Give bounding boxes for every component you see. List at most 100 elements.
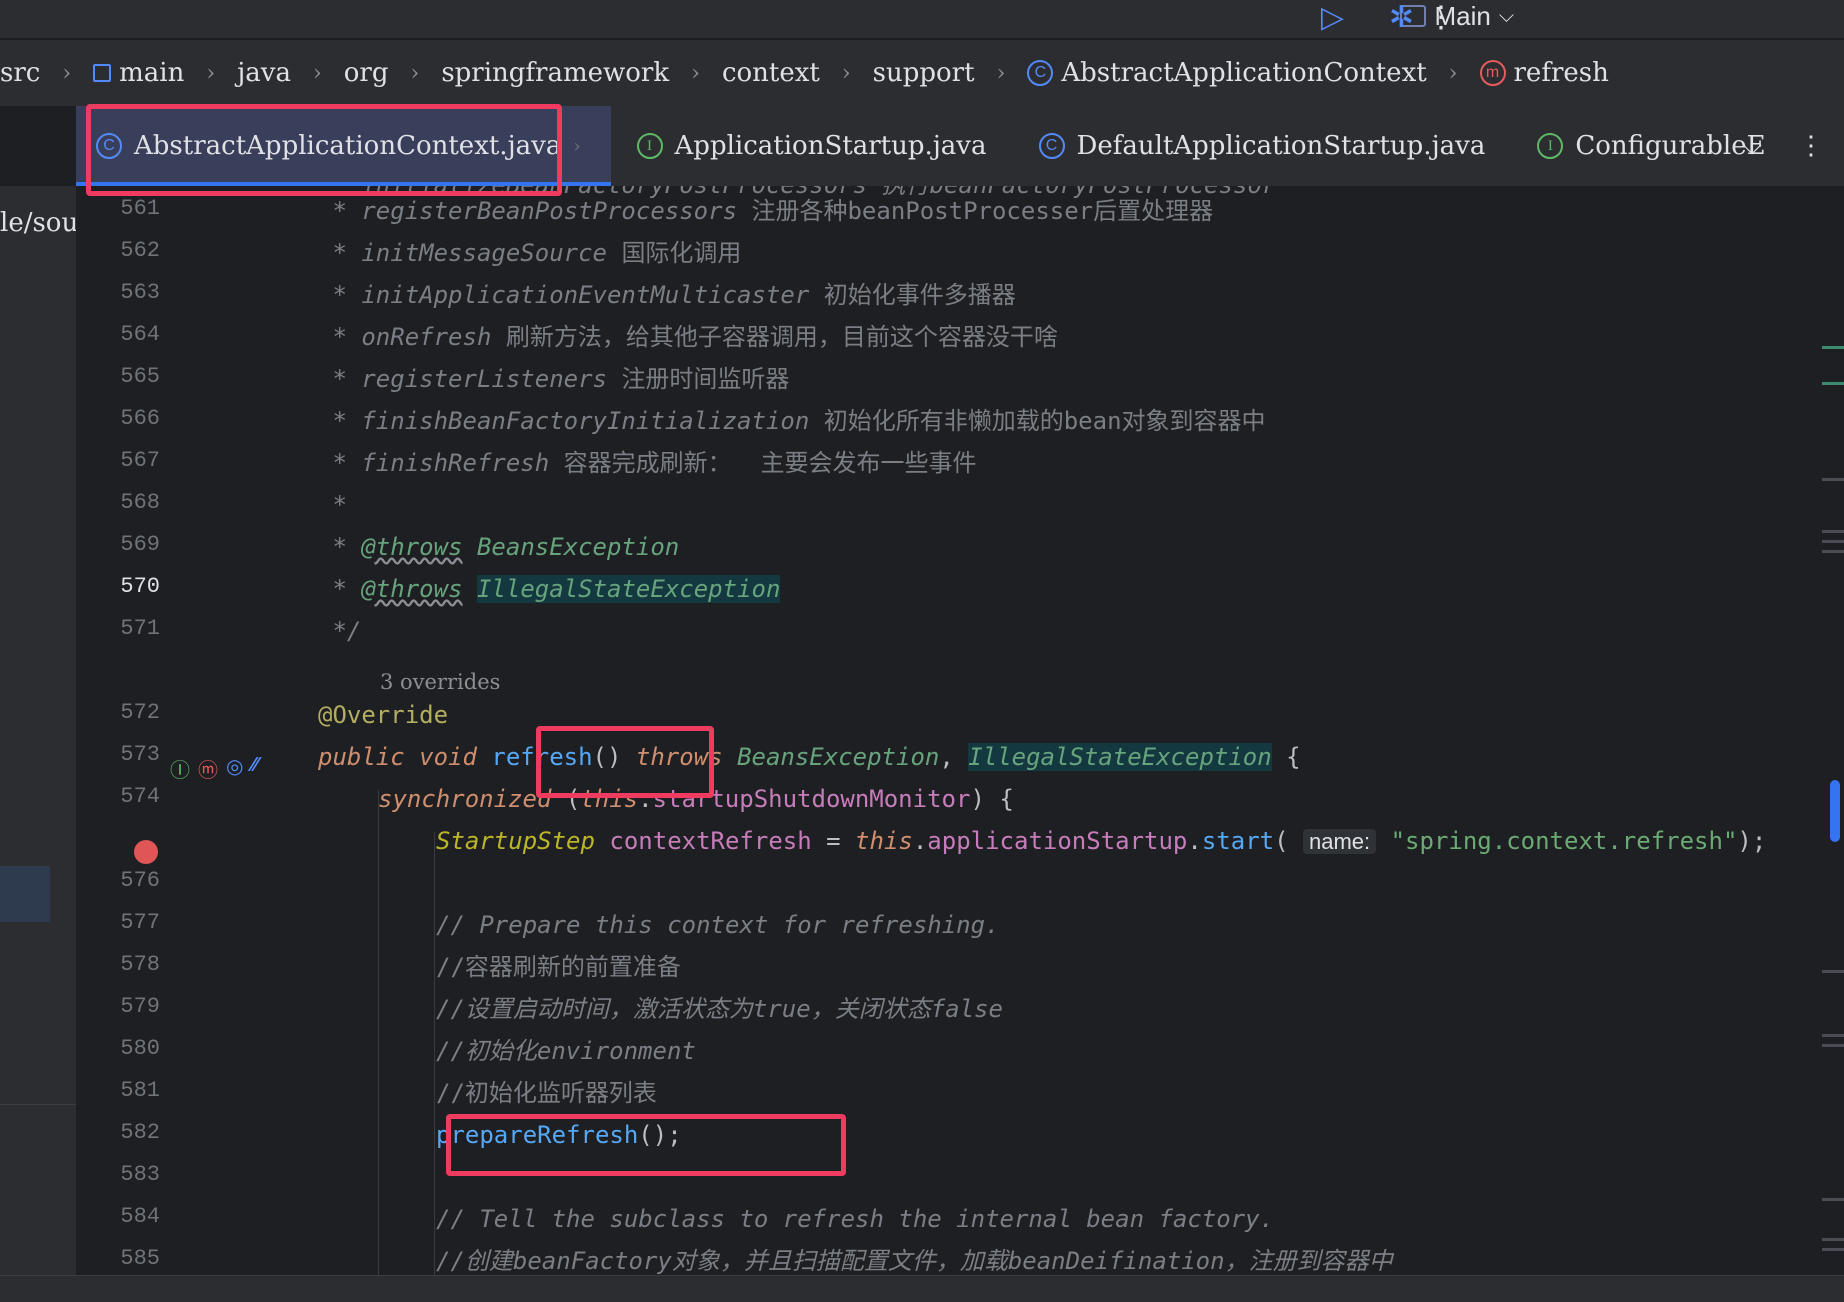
ai-assistant-icon[interactable]: ⁄⁄ [251,754,258,783]
run-icon[interactable]: ▷ [1321,0,1344,35]
tab-default-application-startup[interactable]: C DefaultApplicationStartup.java [1013,106,1512,186]
chevron-right-icon: › [410,60,420,86]
line-number[interactable]: 576 [76,868,160,893]
gutter-icons: Ⓘ ⓜ ◎ ⁄⁄ [170,754,258,783]
tab-application-startup[interactable]: I ApplicationStartup.java [611,106,1013,186]
code-line: * [318,491,347,519]
overrides-hint[interactable]: 3 overrides [380,670,500,694]
line-number[interactable]: 572 [76,700,160,725]
code-line: * @throws BeansException [318,533,680,561]
more-icon[interactable]: ⋮ [1798,131,1824,161]
chevron-right-icon: › [996,60,1006,86]
top-toolbar: Main ⌵ ▷ ✲ ⋮ [0,0,1844,38]
line-number[interactable]: 578 [76,952,160,977]
change-marker [1822,1198,1844,1201]
line-number-current[interactable]: 570 [76,574,160,599]
code-line: * finishRefresh 容器完成刷新： 主要会发布一些事件 [318,449,977,477]
debug-icon[interactable]: ✲ [1389,0,1414,35]
code-line: //设置启动时间，激活状态为true，关闭状态false [436,995,1003,1023]
change-marker [1822,1238,1844,1241]
code-line: * initApplicationEventMulticaster 初始化事件多… [318,281,1016,309]
line-number[interactable]: 577 [76,910,160,935]
panel-divider [0,1104,76,1105]
line-number[interactable]: 574 [76,784,160,809]
line-number[interactable]: 582 [76,1120,160,1145]
status-bar [0,1275,1844,1302]
code-line: * registerBeanPostProcessors 注册各种beanPos… [318,197,1214,225]
change-marker [1822,550,1844,553]
interface-icon: I [636,133,663,159]
editor-tabs: C AbstractApplicationContext.java › I Ap… [76,106,1844,187]
change-marker [1822,1034,1844,1037]
project-tree-selection[interactable] [0,866,50,922]
change-marker [1822,970,1844,973]
breadcrumb-support[interactable]: support [873,58,975,88]
code-line: prepareRefresh(); [436,1121,682,1149]
chevron-right-icon: › [691,60,700,86]
code-line: * onRefresh 刷新方法，给其他子容器调用，目前这个容器没干啥 [318,323,1058,351]
breadcrumb-java[interactable]: java [237,58,291,88]
editor-scrollbar[interactable] [1814,186,1844,1276]
line-number[interactable]: 569 [76,532,160,557]
change-marker [1822,382,1844,385]
tab-actions: ⌵ ⋮ [1742,106,1844,186]
parameter-hint: name: [1303,829,1377,854]
line-number[interactable]: 573 [76,742,160,767]
code-line: public void refresh() throws BeansExcept… [318,743,1301,771]
code-line-current: * @throws IllegalStateException [318,575,781,603]
line-number[interactable]: 584 [76,1204,160,1229]
breadcrumb-src[interactable]: src [0,58,40,88]
tab-abstract-application-context[interactable]: C AbstractApplicationContext.java › [76,106,611,186]
line-number[interactable]: 564 [76,322,160,347]
change-marker [1822,346,1844,349]
line-number[interactable]: 562 [76,238,160,263]
scrollbar-thumb[interactable] [1830,780,1840,842]
class-icon: C [1027,60,1054,86]
breadcrumb-springframework[interactable]: springframework [441,58,669,88]
code-line: * registerListeners 注册时间监听器 [318,365,790,393]
line-number[interactable]: 571 [76,616,160,641]
project-tree-path[interactable]: le/sour [0,208,76,238]
line-number[interactable]: 561 [76,196,160,221]
code-line: @Override [318,701,449,729]
breadcrumb-org[interactable]: org [344,58,389,88]
more-icon[interactable]: ⋮ [1426,0,1456,35]
chevron-right-icon: › [312,60,322,86]
breadcrumb-class[interactable]: C AbstractApplicationContext [1027,58,1427,88]
line-number[interactable]: 563 [76,280,160,305]
code-line: //初始化监听器列表 [436,1079,657,1107]
breadcrumb-context[interactable]: context [722,58,820,88]
method-icon: m [1479,60,1506,86]
change-marker [1822,540,1844,543]
overridden-method-icon[interactable]: ⓜ [198,754,218,783]
line-number[interactable]: 565 [76,364,160,389]
class-icon: C [1038,133,1065,159]
chevron-right-icon: › [1448,60,1458,86]
change-marker [1822,478,1844,481]
interface-icon: I [1537,133,1564,159]
breadcrumb: src › main › java › org › springframewor… [0,40,1844,106]
class-icon: C [96,133,122,159]
find-usages-icon[interactable]: ◎ [226,754,243,783]
chevron-right-icon: › [62,60,72,86]
breadcrumb-main[interactable]: main [93,58,184,88]
line-number[interactable]: 581 [76,1078,160,1103]
change-marker [1822,1044,1844,1047]
code-line: //容器刷新的前置准备 [436,953,681,981]
code-editor[interactable]: * initializeBeanFactoryPostProcessors 执行… [318,186,1814,1276]
line-number[interactable]: 568 [76,490,160,515]
chevron-down-icon[interactable]: ⌵ [1742,131,1762,162]
line-number[interactable]: 583 [76,1162,160,1187]
code-line: // Tell the subclass to refresh the inte… [436,1205,1275,1233]
line-number[interactable]: 566 [76,406,160,431]
line-number[interactable]: 580 [76,1036,160,1061]
run-configuration-selector[interactable]: Main ⌵ [1400,0,1514,32]
breakpoint-icon[interactable] [134,840,158,864]
line-number[interactable]: 567 [76,448,160,473]
code-line: //初始化environment [436,1037,696,1065]
line-number[interactable]: 579 [76,994,160,1019]
close-icon[interactable]: › [573,136,580,157]
breadcrumb-method[interactable]: m refresh [1479,58,1609,88]
line-number[interactable]: 585 [76,1246,160,1271]
implements-icon[interactable]: Ⓘ [170,754,190,783]
